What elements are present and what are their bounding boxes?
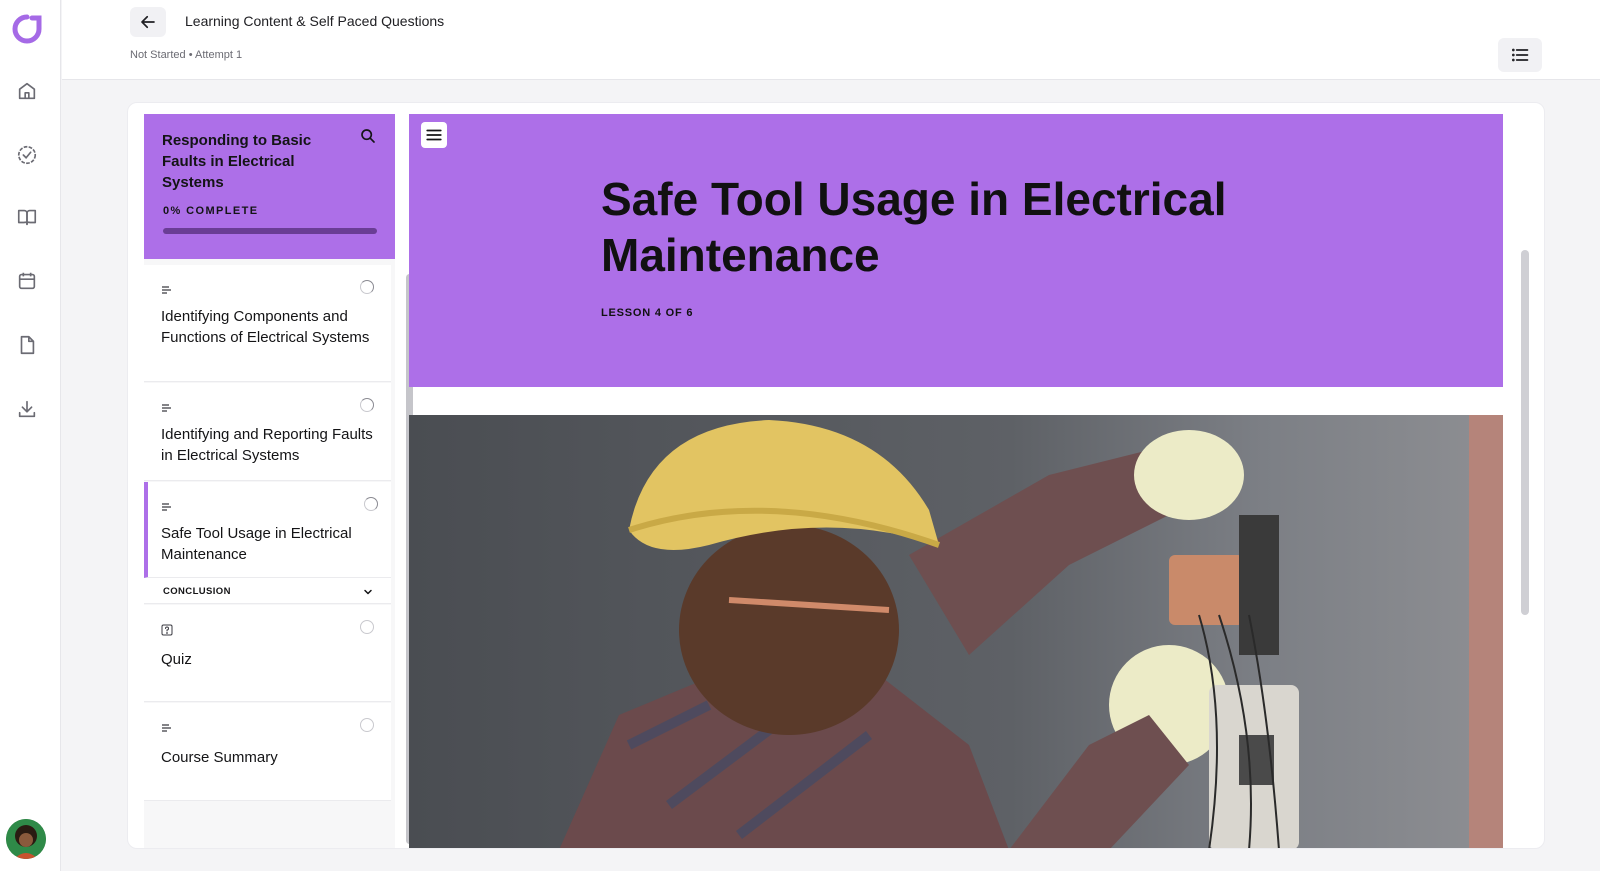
book-icon[interactable] [15,205,39,229]
course-progress-bar [163,228,377,234]
lesson-status-icon [364,497,378,511]
text-lesson-icon [161,401,173,413]
course-outline-sidebar: Responding to Basic Faults in Electrical… [144,114,413,848]
document-icon[interactable] [15,333,39,357]
lesson-status-icon [360,398,374,412]
lesson-status-icon [360,718,374,732]
lesson-item[interactable]: Quiz [144,605,391,702]
outline-toggle-button[interactable] [1498,38,1542,72]
arrow-left-icon [141,15,155,29]
page-header: Learning Content & Self Paced Questions … [62,0,1600,80]
check-badge-icon[interactable] [15,143,39,167]
lesson-counter: LESSON 4 OF 6 [601,307,694,319]
list-icon [1512,48,1529,62]
content-scrollbar[interactable] [1521,250,1529,615]
lesson-status-icon [360,620,374,634]
quiz-icon [161,623,173,636]
home-icon[interactable] [15,79,39,103]
lesson-title: Quiz [161,651,192,668]
text-lesson-icon [161,721,173,733]
lesson-title: Safe Tool Usage in Electrical Maintenanc… [161,525,352,563]
text-lesson-icon [161,500,173,512]
page-title: Learning Content & Self Paced Questions [185,13,445,29]
lesson-cover-image [409,415,1503,848]
download-icon[interactable] [15,397,39,421]
lesson-item-active[interactable]: Safe Tool Usage in Electrical Maintenanc… [144,482,391,578]
attempt-status: Not Started • Attempt 1 [130,49,243,61]
text-lesson-icon [161,283,173,295]
course-player: Responding to Basic Faults in Electrical… [127,102,1545,849]
chevron-down-icon [362,585,374,603]
back-button[interactable] [130,7,166,37]
course-progress-label: 0% COMPLETE [163,205,259,217]
lesson-content: Safe Tool Usage in Electrical Maintenanc… [409,114,1503,848]
course-header: Responding to Basic Faults in Electrical… [144,114,395,259]
lesson-title: Course Summary [161,749,278,766]
search-icon[interactable] [358,126,378,146]
section-title: CONCLUSION [163,586,231,597]
lesson-hero: Safe Tool Usage in Electrical Maintenanc… [409,114,1503,387]
lesson-status-icon [360,280,374,294]
lesson-item[interactable]: Identifying Components and Functions of … [144,265,391,382]
course-title: Responding to Basic Faults in Electrical… [162,132,312,191]
hamburger-menu-icon[interactable] [421,122,447,148]
app-rail [0,0,61,871]
lesson-title: Identifying and Reporting Faults in Elec… [161,426,373,464]
calendar-icon[interactable] [15,269,39,293]
section-header-conclusion[interactable]: CONCLUSION [144,578,391,604]
user-avatar[interactable] [6,819,46,859]
lesson-heading: Safe Tool Usage in Electrical Maintenanc… [601,173,1227,281]
lesson-item[interactable]: Identifying and Reporting Faults in Elec… [144,383,391,481]
lesson-item[interactable]: Course Summary [144,703,391,801]
brand-logo[interactable] [12,14,42,44]
lesson-title: Identifying Components and Functions of … [161,308,370,346]
